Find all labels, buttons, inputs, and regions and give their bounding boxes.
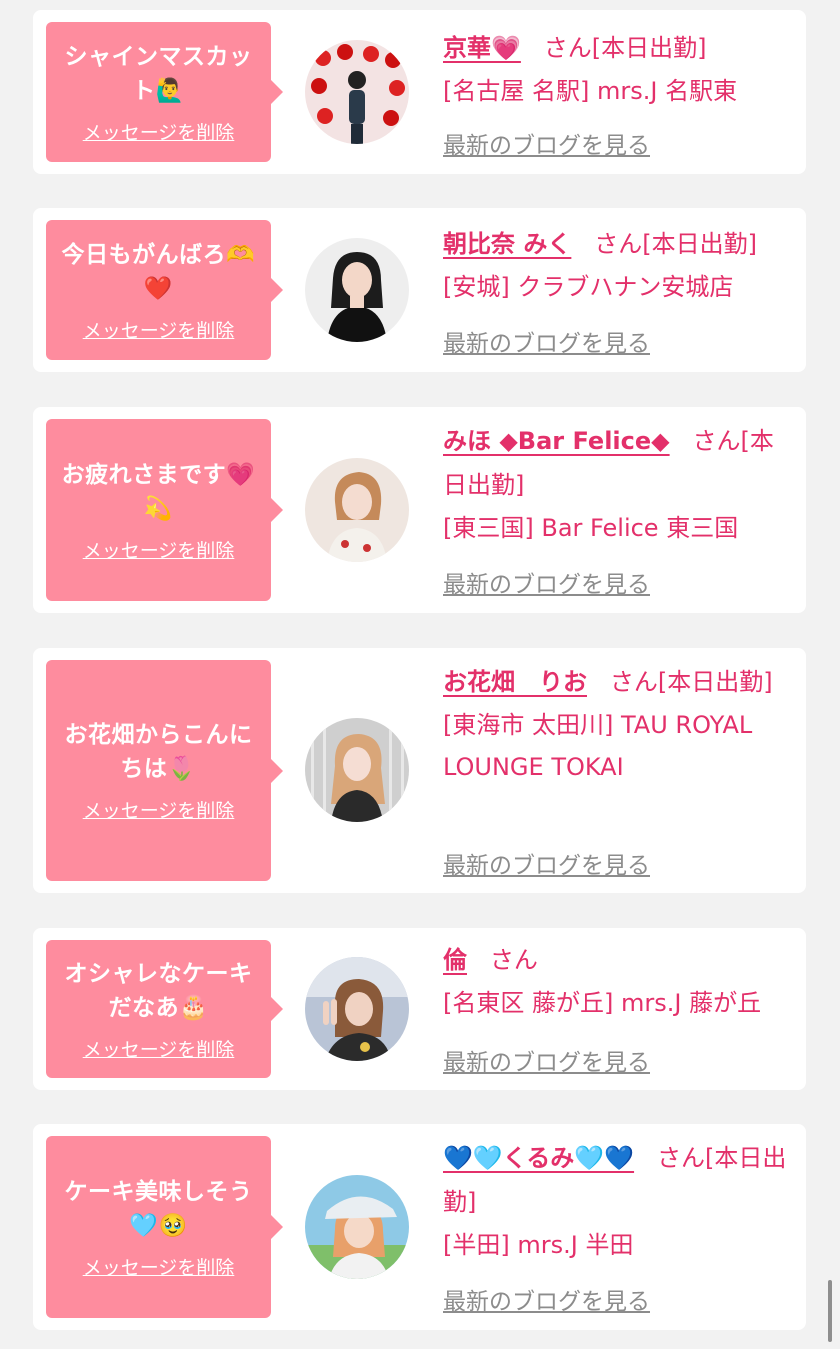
cap-portrait-photo-icon <box>305 1175 409 1279</box>
honorific: さん <box>594 230 643 258</box>
peace-sign-photo-icon <box>305 957 409 1061</box>
shop-info: [半田] mrs.J 半田 <box>443 1231 634 1259</box>
cast-name-link[interactable]: 💙🩵くるみ🩵💙 <box>443 1144 634 1172</box>
message-bubble: シャインマスカット🙋‍♂️ メッセージを削除 <box>46 22 283 162</box>
list-item: シャインマスカット🙋‍♂️ メッセージを削除 京華💗 さん[本日出勤] [名古屋… <box>33 10 806 174</box>
blog-link[interactable]: 最新のブログを見る <box>443 565 650 599</box>
cherry-wall-photo-icon <box>305 40 409 144</box>
list-item: オシャレなケーキだなあ🎂 メッセージを削除 倫 さん [名東区 藤が丘] mrs… <box>33 928 806 1090</box>
delete-message-link[interactable]: メッセージを削除 <box>83 1253 235 1280</box>
shop-info: [名古屋 名駅] mrs.J 名駅東 <box>443 77 738 105</box>
delete-message-link[interactable]: メッセージを削除 <box>83 316 235 343</box>
cast-info: 朝比奈 みく さん[本日出勤] [安城] クラブハナン安城店 <box>443 222 793 308</box>
status-badge: [本日出勤] <box>591 34 707 62</box>
message-text: オシャレなケーキだなあ🎂 <box>64 960 253 1021</box>
honorific: さん <box>489 946 538 974</box>
list-item: お疲れさまです💗💫 メッセージを削除 みほ ◆Bar Felice◆ さん[本日… <box>33 407 806 613</box>
avatar[interactable] <box>305 1175 409 1279</box>
blog-link[interactable]: 最新のブログを見る <box>443 324 650 358</box>
cast-name-link[interactable]: 京華💗 <box>443 34 521 62</box>
honorific: さん <box>656 1144 705 1172</box>
cast-name-link[interactable]: お花畑 りお <box>443 668 587 696</box>
delete-message-link[interactable]: メッセージを削除 <box>83 1035 235 1062</box>
cast-info: みほ ◆Bar Felice◆ さん[本日出勤] [東三国] Bar Felic… <box>443 419 793 549</box>
message-bubble: お花畑からこんにちは🌷 メッセージを削除 <box>46 660 283 881</box>
avatar[interactable] <box>305 40 409 144</box>
message-bubble: オシャレなケーキだなあ🎂 メッセージを削除 <box>46 940 283 1078</box>
list-item: ケーキ美味しそう🩵🥹 メッセージを削除 💙🩵くるみ🩵💙 さん[本日出勤] [半田… <box>33 1124 806 1330</box>
cast-name-link[interactable]: みほ ◆Bar Felice◆ <box>443 427 670 455</box>
message-text: ケーキ美味しそう🩵🥹 <box>64 1178 253 1239</box>
avatar[interactable] <box>305 957 409 1061</box>
blog-link[interactable]: 最新のブログを見る <box>443 126 650 160</box>
status-badge: [本日出勤] <box>642 230 757 258</box>
list-item: 今日もがんばろ🫶❤️ メッセージを削除 朝比奈 みく さん[本日出勤] [安城]… <box>33 208 806 372</box>
blog-link[interactable]: 最新のブログを見る <box>443 1282 650 1316</box>
shop-info: [東三国] Bar Felice 東三国 <box>443 514 739 542</box>
message-bubble: 今日もがんばろ🫶❤️ メッセージを削除 <box>46 220 283 360</box>
blog-link[interactable]: 最新のブログを見る <box>443 846 650 880</box>
shop-info: [名東区 藤が丘] mrs.J 藤が丘 <box>443 989 762 1017</box>
cast-info: 💙🩵くるみ🩵💙 さん[本日出勤] [半田] mrs.J 半田 <box>443 1136 793 1266</box>
honorific: さん <box>692 427 741 455</box>
status-badge: [本日出勤] <box>657 668 773 696</box>
delete-message-link[interactable]: メッセージを削除 <box>83 118 235 145</box>
delete-message-link[interactable]: メッセージを削除 <box>83 536 235 563</box>
message-text: シャインマスカット🙋‍♂️ <box>64 43 253 104</box>
message-bubble: お疲れさまです💗💫 メッセージを削除 <box>46 419 283 601</box>
message-text: お花畑からこんにちは🌷 <box>64 722 253 782</box>
portrait-photo-icon <box>305 238 409 342</box>
honorific: さん <box>609 668 658 696</box>
avatar[interactable] <box>305 718 409 822</box>
honorific: さん <box>543 34 592 62</box>
message-text: お疲れさまです💗💫 <box>61 461 256 522</box>
scrollbar[interactable] <box>828 1280 832 1342</box>
portrait-photo-icon <box>305 718 409 822</box>
cast-info: お花畑 りお さん[本日出勤] [東海市 太田川] TAU ROYAL LOUN… <box>443 660 793 788</box>
message-text: 今日もがんばろ🫶❤️ <box>61 241 256 302</box>
shop-info: [東海市 太田川] TAU ROYAL LOUNGE TOKAI <box>443 711 753 781</box>
cast-info: 倫 さん [名東区 藤が丘] mrs.J 藤が丘 <box>443 938 793 1024</box>
cast-info: 京華💗 さん[本日出勤] [名古屋 名駅] mrs.J 名駅東 <box>443 26 793 112</box>
delete-message-link[interactable]: メッセージを削除 <box>83 796 235 823</box>
avatar[interactable] <box>305 458 409 562</box>
list-item: お花畑からこんにちは🌷 メッセージを削除 お花畑 りお さん[本日出勤] [東海… <box>33 648 806 893</box>
shop-info: [安城] クラブハナン安城店 <box>443 273 734 301</box>
message-bubble: ケーキ美味しそう🩵🥹 メッセージを削除 <box>46 1136 283 1318</box>
avatar[interactable] <box>305 238 409 342</box>
blog-link[interactable]: 最新のブログを見る <box>443 1043 650 1077</box>
portrait-photo-icon <box>305 458 409 562</box>
cast-name-link[interactable]: 朝比奈 みく <box>443 230 571 258</box>
cast-name-link[interactable]: 倫 <box>443 946 467 974</box>
